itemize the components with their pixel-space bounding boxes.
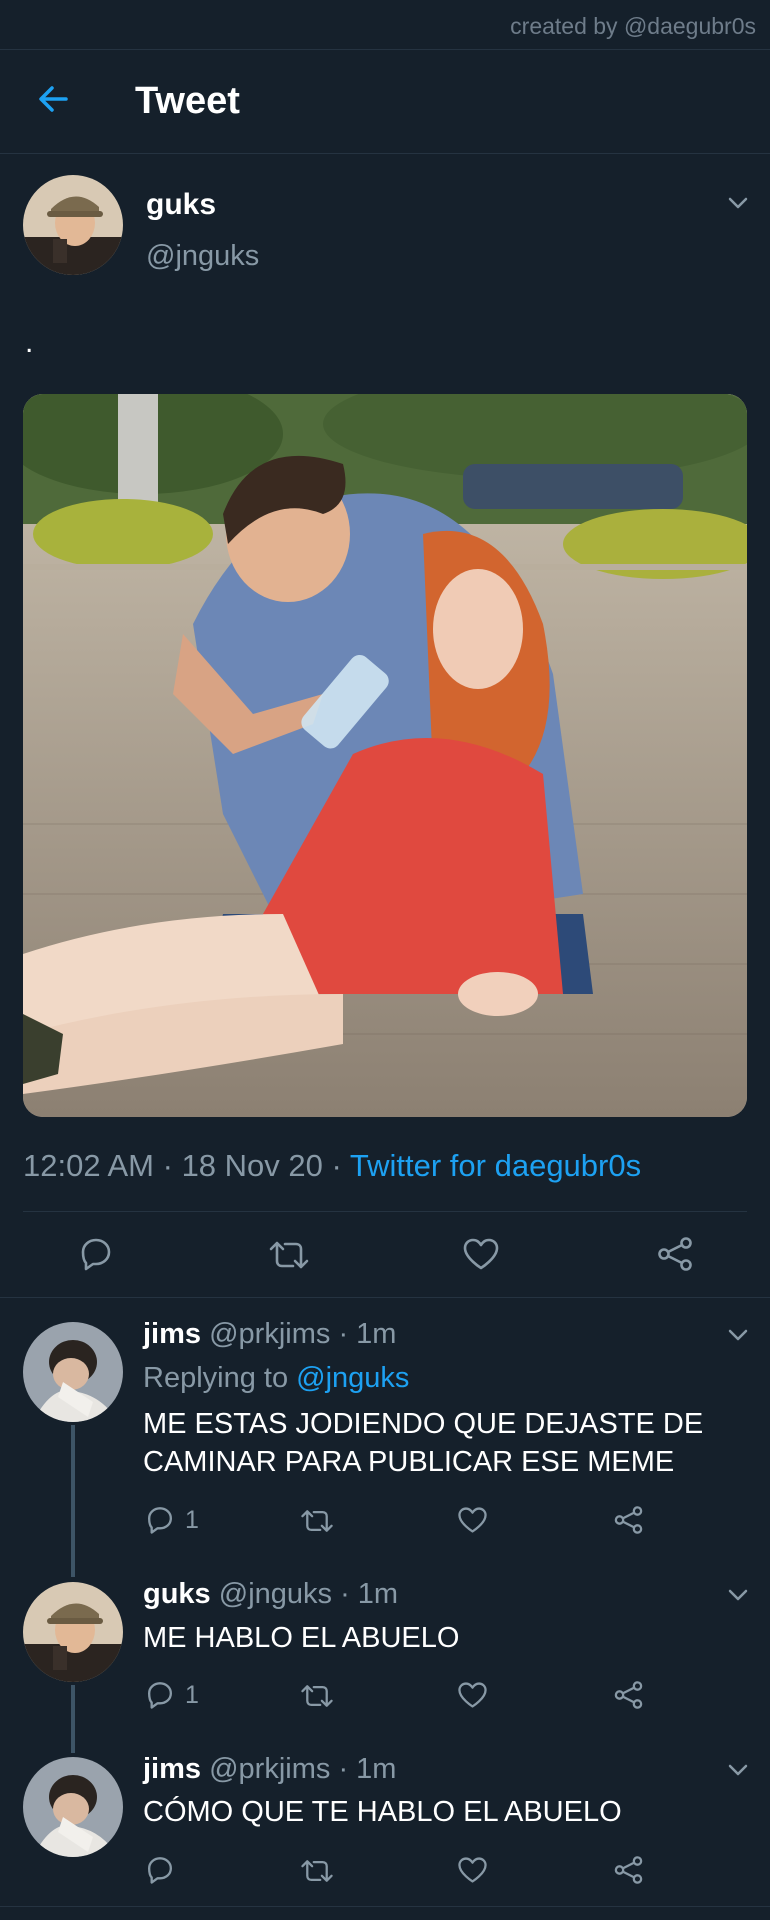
divider	[0, 1906, 770, 1907]
like-button[interactable]	[462, 1237, 500, 1271]
share-icon	[614, 1506, 643, 1534]
retweet-button[interactable]	[300, 1507, 334, 1535]
reply-time: · 1m	[338, 1753, 397, 1785]
replying-to-handle-link[interactable]: @jnguks	[296, 1362, 409, 1394]
reply-icon	[148, 1682, 172, 1709]
reply-avatar[interactable]	[23, 1757, 123, 1857]
share-button[interactable]	[656, 1236, 694, 1272]
tweet-date: 18 Nov 20	[181, 1148, 323, 1183]
chevron-down-icon[interactable]	[727, 196, 749, 210]
heart-icon	[458, 1682, 487, 1708]
share-icon	[614, 1681, 643, 1709]
heart-icon	[458, 1857, 487, 1883]
retweet-button[interactable]	[268, 1238, 310, 1272]
reply-author-name[interactable]: guks	[143, 1578, 211, 1610]
back-arrow-icon[interactable]	[36, 82, 70, 116]
tweet-image[interactable]	[23, 394, 747, 1117]
reply-header: jims @prkjims · 1m	[143, 1753, 396, 1786]
divider	[0, 1297, 770, 1298]
chevron-down-icon[interactable]	[727, 1328, 749, 1342]
share-button[interactable]	[613, 1505, 644, 1535]
reply-button[interactable]: 1	[145, 1505, 199, 1535]
thread-line	[71, 1425, 75, 1577]
heart-icon	[458, 1507, 487, 1533]
retweet-icon	[269, 1241, 309, 1269]
tweet-meta: 12:02 AM · 18 Nov 20 · Twitter for daegu…	[23, 1148, 641, 1184]
retweet-button[interactable]	[300, 1857, 334, 1885]
meta-separator: ·	[162, 1148, 173, 1183]
reply-count: 1	[185, 1680, 199, 1709]
share-icon	[658, 1237, 692, 1271]
like-button[interactable]	[457, 1856, 488, 1884]
reply-author-name[interactable]: jims	[143, 1318, 201, 1350]
reply-text: ME HABLO EL ABUELO	[143, 1622, 460, 1654]
retweet-button[interactable]	[300, 1682, 334, 1710]
thread-line	[71, 1685, 75, 1753]
reply-time: · 1m	[338, 1318, 397, 1350]
reply-avatar[interactable]	[23, 1582, 123, 1682]
tweet-source-link[interactable]: Twitter for daegubr0s	[350, 1148, 641, 1183]
chevron-down-icon[interactable]	[727, 1588, 749, 1602]
reply-text: ME ESTAS JODIENDO QUE DEJASTE DE CAMINAR…	[143, 1408, 704, 1478]
watermark-bar: created by @daegubr0s	[0, 0, 770, 50]
reply-author-name[interactable]: jims	[143, 1753, 201, 1785]
heart-icon	[463, 1238, 499, 1270]
reply-author-handle[interactable]: @jnguks	[219, 1578, 332, 1610]
reply-time: · 1m	[340, 1578, 399, 1610]
reply-header: guks @jnguks · 1m	[143, 1578, 398, 1611]
reply-author-handle[interactable]: @prkjims	[209, 1753, 330, 1785]
reply-button[interactable]	[145, 1855, 185, 1885]
tweet-text: .	[25, 326, 34, 359]
retweet-icon	[301, 1510, 333, 1532]
reply-text: CÓMO QUE TE HABLO EL ABUELO	[143, 1796, 622, 1828]
reply-avatar[interactable]	[23, 1322, 123, 1422]
meta-separator: ·	[331, 1148, 342, 1183]
reply-count: 1	[185, 1505, 199, 1534]
watermark-text: created by @daegubr0s	[510, 13, 756, 39]
author-handle[interactable]: @jnguks	[146, 240, 259, 273]
author-avatar[interactable]	[23, 175, 123, 275]
like-button[interactable]	[457, 1506, 488, 1534]
reply-button[interactable]: 1	[145, 1680, 199, 1710]
page-title: Tweet	[135, 80, 240, 122]
share-button[interactable]	[613, 1680, 644, 1710]
top-bar: Tweet	[0, 50, 770, 154]
reply-author-handle[interactable]: @prkjims	[209, 1318, 330, 1350]
reply-header: jims @prkjims · 1m	[143, 1318, 396, 1351]
reply-icon	[148, 1857, 172, 1884]
reply-button[interactable]	[78, 1236, 114, 1272]
like-button[interactable]	[457, 1681, 488, 1709]
retweet-icon	[301, 1685, 333, 1707]
replying-to: Replying to @jnguks	[143, 1362, 409, 1395]
replying-to-label: Replying to	[143, 1362, 289, 1394]
author-name[interactable]: guks	[146, 188, 216, 222]
chevron-down-icon[interactable]	[727, 1763, 749, 1777]
retweet-icon	[301, 1860, 333, 1882]
tweet-time: 12:02 AM	[23, 1148, 154, 1183]
reply-icon	[81, 1238, 111, 1271]
reply-icon	[148, 1507, 172, 1534]
share-button[interactable]	[613, 1855, 644, 1885]
divider	[23, 1211, 747, 1212]
share-icon	[614, 1856, 643, 1884]
